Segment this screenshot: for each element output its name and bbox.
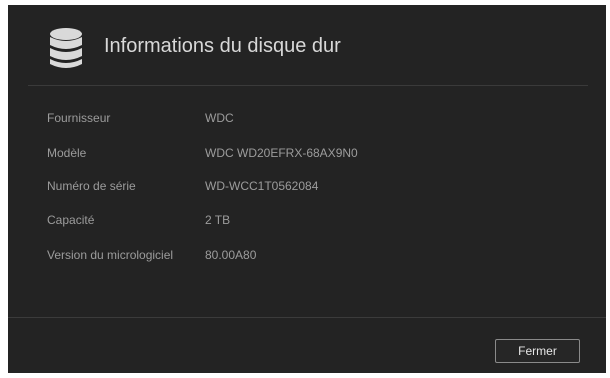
dialog-title: Informations du disque dur xyxy=(104,35,341,57)
info-row-serial: Numéro de série WD-WCC1T0562084 xyxy=(8,179,606,199)
hdd-info-dialog: Informations du disque dur Fournisseur W… xyxy=(8,5,606,373)
footer-divider xyxy=(8,317,606,318)
info-value: 80.00A80 xyxy=(205,248,257,262)
info-label: Version du micrologiciel xyxy=(47,248,174,262)
info-value: WDC WD20EFRX-68AX9N0 xyxy=(205,146,358,160)
info-label: Capacité xyxy=(47,213,95,227)
info-row-vendor: Fournisseur WDC xyxy=(8,111,606,131)
info-row-capacity: Capacité 2 TB xyxy=(8,213,606,233)
info-row-model: Modèle WDC WD20EFRX-68AX9N0 xyxy=(8,146,606,166)
close-button[interactable]: Fermer xyxy=(495,339,580,363)
info-value: WD-WCC1T0562084 xyxy=(205,179,319,193)
info-row-firmware: Version du micrologiciel 80.00A80 xyxy=(8,248,606,268)
dialog-header: Informations du disque dur xyxy=(8,5,606,85)
header-divider xyxy=(28,85,588,86)
database-icon xyxy=(50,28,82,68)
info-label: Modèle xyxy=(47,146,87,160)
info-value: WDC xyxy=(205,111,234,125)
info-value: 2 TB xyxy=(205,213,231,227)
info-label: Numéro de série xyxy=(47,179,136,193)
info-label: Fournisseur xyxy=(47,111,111,125)
